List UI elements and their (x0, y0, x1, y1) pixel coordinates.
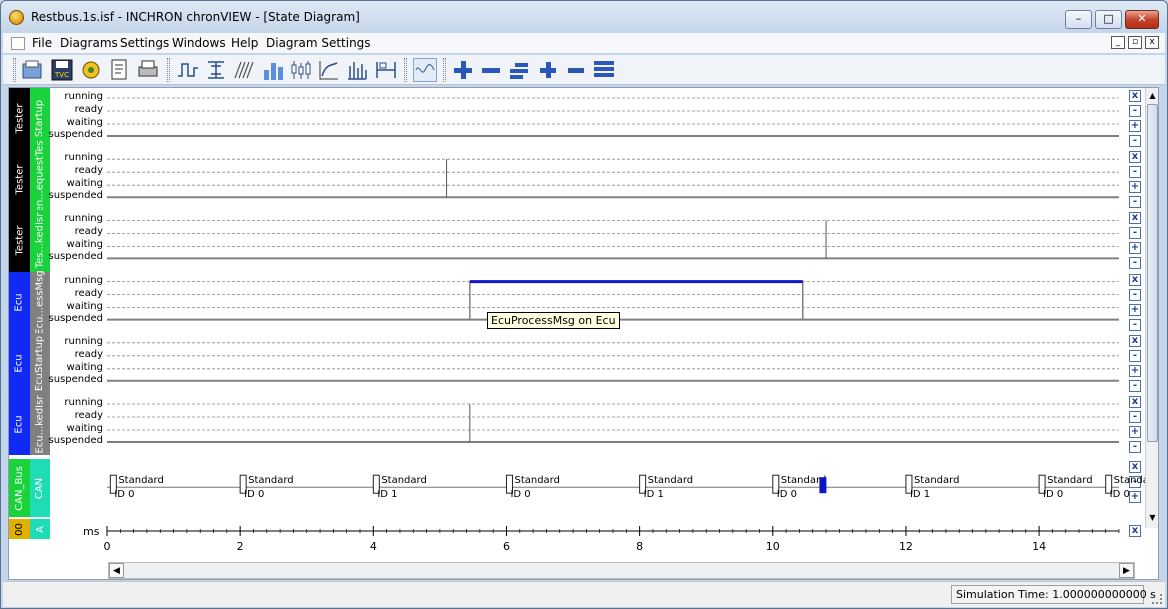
axis-tick-label: 12 (899, 540, 913, 553)
histogram-icon[interactable] (345, 58, 369, 82)
axis-tick-label: 14 (1032, 540, 1046, 553)
zoom-fit-icon[interactable] (413, 58, 437, 82)
vertical-scrollbar[interactable]: ▲ ▼ (1145, 88, 1158, 528)
timeline-icon[interactable] (374, 58, 398, 82)
app-icon[interactable] (9, 10, 24, 25)
resize-grip-icon[interactable] (1152, 594, 1162, 604)
toolbar-grip[interactable] (443, 58, 446, 82)
menu-help[interactable]: Help (231, 36, 258, 50)
state-diagram-icon[interactable] (176, 58, 200, 82)
menu-windows[interactable]: Windows (172, 36, 226, 50)
maximize-button[interactable]: □ (1095, 10, 1122, 29)
report-icon[interactable] (107, 58, 131, 82)
bus-frame-label: Standard (118, 475, 164, 486)
remove-icon[interactable] (564, 58, 588, 82)
bus-frame-id: ID 0 (1043, 489, 1063, 500)
axis-tick-label: 0 (104, 540, 111, 553)
trace-icon[interactable] (232, 58, 256, 82)
bus-frame-id: ID 0 (244, 489, 264, 500)
bus-frame-id: ID 0 (1110, 489, 1130, 500)
toolbar: TVC (3, 55, 1165, 85)
svg-text:TVC: TVC (54, 71, 69, 79)
axis-tick-label: 10 (766, 540, 780, 553)
axis-tick-label: 4 (370, 540, 377, 553)
bus-frame-id: ID 1 (644, 489, 664, 500)
open-icon[interactable] (21, 58, 45, 82)
toolbar-grip[interactable] (404, 58, 407, 82)
bus-frame-label: Standard (248, 475, 294, 486)
toolbar-grip[interactable] (13, 58, 16, 82)
scroll-left-arrow[interactable]: ◀ (109, 563, 124, 578)
menu-diagram-settings[interactable]: Diagram Settings (266, 36, 371, 50)
menu-settings[interactable]: Settings (120, 36, 169, 50)
axis-tick-label: 8 (636, 540, 643, 553)
scroll-up-arrow[interactable]: ▲ (1147, 90, 1158, 102)
bar-chart-icon[interactable] (261, 58, 285, 82)
bus-frame-active (819, 477, 827, 494)
candlestick-icon[interactable] (289, 58, 313, 82)
app-window: Restbus.1s.isf - INCHRON chronVIEW - [St… (0, 0, 1168, 609)
bus-frame-id: ID 0 (114, 489, 134, 500)
list-icon[interactable] (592, 58, 616, 82)
diagram-area: Tester Startup running ready waiting suspende… (8, 87, 1159, 580)
axis-tick-label: 6 (503, 540, 510, 553)
window-title: Restbus.1s.isf - INCHRON chronVIEW - [St… (31, 10, 360, 24)
title-bar: Restbus.1s.isf - INCHRON chronVIEW - [St… (1, 1, 1167, 33)
mdi-close-button[interactable]: x (1145, 36, 1159, 49)
line-chart-icon[interactable] (317, 58, 341, 82)
axis-unit: ms (83, 525, 100, 538)
horizontal-scrollbar[interactable]: ◀ ▶ (108, 562, 1135, 579)
remove-row-icon[interactable] (479, 58, 503, 82)
bus-frame-label: Standard (648, 475, 694, 486)
bus-frame-label: Standard (914, 475, 960, 486)
mdi-restore-button[interactable]: ▫ (1128, 36, 1142, 49)
simulation-time: Simulation Time: 1.000000000000 s (951, 585, 1156, 604)
bus-frame-label: Standard (1047, 475, 1093, 486)
bus-frame-id: ID 1 (377, 489, 397, 500)
mdi-minimize-button[interactable]: _ (1111, 36, 1125, 49)
close-button[interactable]: ✕ (1125, 10, 1159, 29)
print-icon[interactable] (136, 58, 160, 82)
minimize-button[interactable]: – (1065, 10, 1092, 29)
doc-icon[interactable] (11, 37, 25, 50)
gantt-icon[interactable] (204, 58, 228, 82)
bus-frame-id: ID 0 (510, 489, 530, 500)
bus-frame-label: Standard (514, 475, 560, 486)
scroll-right-arrow[interactable]: ▶ (1119, 563, 1134, 578)
toolbar-grip[interactable] (167, 58, 170, 82)
bus-frame-id: ID 1 (910, 489, 930, 500)
bus-frame-label: Standard (381, 475, 427, 486)
scroll-thumb[interactable] (1147, 104, 1158, 442)
add-icon[interactable] (536, 58, 560, 82)
bus-frame-label: Standard (1114, 475, 1145, 486)
add-row-icon[interactable] (451, 58, 475, 82)
menu-diagrams[interactable]: Diagrams (60, 36, 118, 50)
axis-tick-label: 2 (237, 540, 244, 553)
bus-frame-id: ID 0 (777, 489, 797, 500)
row-order-icon[interactable] (507, 58, 531, 82)
menu-bar: File Diagrams Settings Windows Help Diag… (3, 33, 1165, 53)
tooltip: EcuProcessMsg on Ecu (487, 312, 620, 329)
status-bar: Simulation Time: 1.000000000000 s (3, 581, 1165, 607)
settings-icon[interactable] (79, 58, 103, 82)
save-tvc-icon[interactable]: TVC (50, 58, 74, 82)
scroll-down-arrow[interactable]: ▼ (1147, 512, 1158, 524)
menu-file[interactable]: File (32, 36, 52, 50)
